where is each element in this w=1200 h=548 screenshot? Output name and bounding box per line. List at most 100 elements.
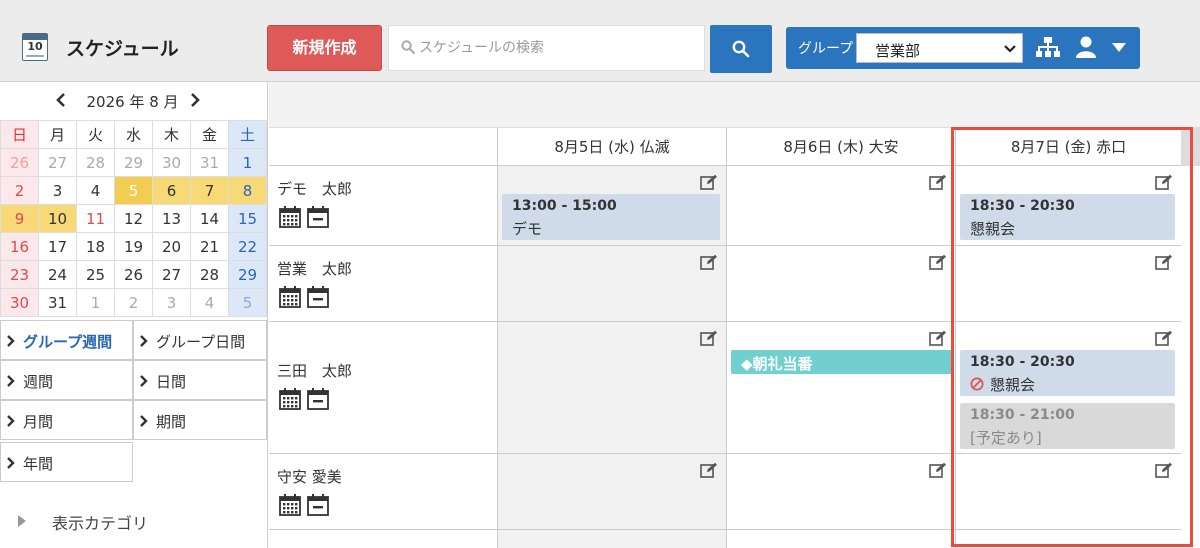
calendar-day[interactable]: 13 [152, 204, 191, 233]
day-calendar-icon[interactable] [307, 286, 329, 312]
calendar-day[interactable]: 23 [0, 260, 39, 289]
schedule-cell[interactable] [497, 530, 726, 548]
schedule-cell[interactable] [497, 246, 726, 322]
schedule-event[interactable]: 18:30 - 20:30 懇親会 [960, 194, 1175, 240]
calendar-day[interactable]: 28 [76, 148, 115, 177]
edit-icon[interactable] [929, 174, 947, 194]
caret-down-icon[interactable] [1112, 43, 1126, 52]
calendar-day[interactable]: 6 [152, 176, 191, 205]
calendar-day[interactable]: 4 [76, 176, 115, 205]
view-group-day[interactable]: グループ日間 [133, 320, 267, 360]
calendar-day[interactable]: 26 [0, 148, 39, 177]
calendar-day[interactable]: 28 [190, 260, 229, 289]
search-button[interactable] [710, 25, 772, 73]
month-calendar-icon[interactable] [279, 388, 307, 414]
category-toggle[interactable]: 表示カテゴリ [0, 506, 267, 536]
calendar-day[interactable]: 22 [228, 232, 267, 261]
calendar-day[interactable]: 5 [114, 176, 153, 205]
edit-icon[interactable] [700, 254, 718, 274]
calendar-day[interactable]: 14 [190, 204, 229, 233]
view-day[interactable]: 日間 [133, 360, 267, 400]
schedule-event[interactable]: 18:30 - 21:00 [予定あり] [960, 403, 1175, 449]
new-schedule-button[interactable]: 新規作成 [267, 25, 382, 71]
month-calendar-icon[interactable] [279, 286, 307, 312]
edit-icon[interactable] [700, 330, 718, 350]
calendar-day[interactable]: 16 [0, 232, 39, 261]
search-input[interactable] [419, 26, 699, 70]
schedule-event[interactable]: 18:30 - 20:30 懇親会 [960, 350, 1175, 396]
edit-icon[interactable] [700, 462, 718, 482]
calendar-day[interactable]: 7 [190, 176, 229, 205]
view-year[interactable]: 年間 [0, 442, 133, 482]
calendar-day[interactable]: 10 [38, 204, 77, 233]
calendar-day[interactable]: 30 [152, 148, 191, 177]
calendar-day[interactable]: 3 [152, 288, 191, 317]
calendar-day[interactable]: 12 [114, 204, 153, 233]
calendar-day[interactable]: 9 [0, 204, 39, 233]
calendar-day[interactable]: 2 [0, 176, 39, 205]
chevron-right-icon[interactable] [190, 93, 200, 107]
calendar-day[interactable]: 1 [76, 288, 115, 317]
month-calendar-icon[interactable] [279, 494, 307, 520]
calendar-day[interactable]: 25 [76, 260, 115, 289]
schedule-cell[interactable] [726, 166, 955, 246]
group-select[interactable]: 営業部 [856, 33, 1023, 63]
schedule-cell[interactable] [955, 454, 1181, 530]
edit-icon[interactable] [700, 174, 718, 194]
schedule-cell[interactable]: 18:30 - 20:30 懇親会 18:30 - 21:00 [予定あり] [955, 322, 1181, 454]
view-group-week[interactable]: グループ週間 [0, 320, 133, 360]
calendar-day[interactable]: 1 [228, 148, 267, 177]
schedule-cell[interactable] [726, 246, 955, 322]
calendar-day[interactable]: 24 [38, 260, 77, 289]
schedule-event[interactable]: ◆朝礼当番 [731, 350, 953, 374]
user-icon[interactable] [1076, 36, 1096, 58]
view-week[interactable]: 週間 [0, 360, 133, 400]
schedule-cell[interactable] [497, 322, 726, 454]
calendar-day[interactable]: 27 [38, 148, 77, 177]
calendar-day[interactable]: 21 [190, 232, 229, 261]
schedule-cell[interactable] [955, 530, 1181, 548]
calendar-day[interactable]: 3 [38, 176, 77, 205]
org-chart-icon[interactable] [1036, 37, 1060, 57]
calendar-day[interactable]: 2 [114, 288, 153, 317]
calendar-day[interactable]: 18 [76, 232, 115, 261]
schedule-cell[interactable] [726, 454, 955, 530]
day-calendar-icon[interactable] [307, 494, 329, 520]
schedule-cell[interactable] [497, 454, 726, 530]
schedule-cell[interactable]: 13:00 - 15:00 デモ [497, 166, 726, 246]
edit-icon[interactable] [1155, 254, 1173, 274]
schedule-cell[interactable]: ◆朝礼当番 [726, 322, 955, 454]
calendar-day[interactable]: 17 [38, 232, 77, 261]
schedule-cell[interactable] [955, 246, 1181, 322]
edit-icon[interactable] [1155, 330, 1173, 350]
calendar-day[interactable]: 11 [76, 204, 115, 233]
chevron-left-icon[interactable] [56, 93, 66, 107]
schedule-event[interactable]: 13:00 - 15:00 デモ [502, 194, 720, 240]
edit-icon[interactable] [1155, 174, 1173, 194]
calendar-day[interactable]: 29 [228, 260, 267, 289]
calendar-day[interactable]: 5 [228, 288, 267, 317]
calendar-day[interactable]: 26 [114, 260, 153, 289]
edit-icon[interactable] [929, 254, 947, 274]
scrollbar[interactable] [1181, 128, 1200, 166]
edit-icon[interactable] [929, 462, 947, 482]
calendar-day[interactable]: 30 [0, 288, 39, 317]
day-calendar-icon[interactable] [307, 388, 329, 414]
month-calendar-icon[interactable] [279, 206, 307, 232]
view-month[interactable]: 月間 [0, 400, 133, 440]
calendar-day[interactable]: 19 [114, 232, 153, 261]
calendar-day[interactable]: 15 [228, 204, 267, 233]
calendar-day[interactable]: 4 [190, 288, 229, 317]
calendar-day[interactable]: 31 [190, 148, 229, 177]
calendar-day[interactable]: 31 [38, 288, 77, 317]
schedule-cell[interactable] [726, 530, 955, 548]
view-period[interactable]: 期間 [133, 400, 267, 440]
edit-icon[interactable] [1155, 462, 1173, 482]
day-calendar-icon[interactable] [307, 206, 329, 232]
schedule-cell[interactable]: 18:30 - 20:30 懇親会 [955, 166, 1181, 246]
calendar-day[interactable]: 20 [152, 232, 191, 261]
calendar-day[interactable]: 29 [114, 148, 153, 177]
calendar-day[interactable]: 27 [152, 260, 191, 289]
edit-icon[interactable] [929, 330, 947, 350]
calendar-day[interactable]: 8 [228, 176, 267, 205]
